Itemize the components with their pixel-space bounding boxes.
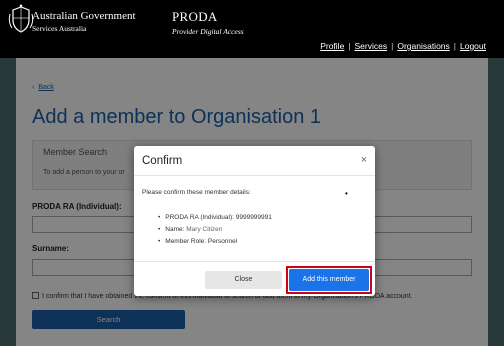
nav-separator: | bbox=[453, 41, 456, 51]
detail-proda-ra: PRODA RA (Individual): 9999999991 bbox=[158, 212, 272, 224]
app-title: PRODA bbox=[172, 9, 218, 24]
detail-member-role: Member Role: Personnel bbox=[158, 236, 272, 248]
close-icon[interactable]: × bbox=[361, 154, 367, 166]
dialog-footer: Close Add this member bbox=[134, 261, 375, 296]
dialog-title: Confirm bbox=[142, 155, 183, 167]
nav-separator: | bbox=[348, 41, 351, 51]
confirm-dialog: Confirm × Please confirm these member de… bbox=[134, 146, 375, 296]
app-subtitle: Provider Digital Access bbox=[172, 27, 244, 36]
detail-value: Mary Citizen bbox=[186, 226, 223, 233]
stray-dot: • bbox=[345, 189, 348, 198]
nav-services-link[interactable]: Services bbox=[355, 41, 388, 51]
nav-separator: | bbox=[391, 41, 394, 51]
nav-profile-link[interactable]: Profile bbox=[320, 41, 344, 51]
detail-label: Name: bbox=[165, 226, 185, 233]
top-nav: Profile | Services | Organisations | Logout bbox=[320, 41, 486, 51]
nav-logout-link[interactable]: Logout bbox=[460, 41, 486, 51]
member-details-list: PRODA RA (Individual): 9999999991 Name: … bbox=[158, 212, 272, 248]
detail-label: Member Role: bbox=[165, 238, 207, 245]
confirm-message: Please confirm these member details: bbox=[142, 189, 251, 196]
detail-name: Name: Mary Citizen bbox=[158, 224, 272, 236]
nav-organisations-link[interactable]: Organisations bbox=[397, 41, 449, 51]
header-bar: Australian Government Services Australia… bbox=[0, 0, 504, 58]
coat-of-arms-icon bbox=[8, 4, 34, 33]
detail-value: 9999999991 bbox=[235, 214, 272, 221]
detail-value: Personnel bbox=[207, 238, 238, 245]
add-this-member-button[interactable]: Add this member bbox=[289, 269, 369, 291]
close-button[interactable]: Close bbox=[205, 271, 282, 289]
dialog-header: Confirm × bbox=[134, 146, 375, 176]
detail-label: PRODA RA (Individual): bbox=[165, 214, 234, 221]
agency-name: Services Australia bbox=[32, 24, 87, 33]
government-name: Australian Government bbox=[32, 10, 136, 22]
